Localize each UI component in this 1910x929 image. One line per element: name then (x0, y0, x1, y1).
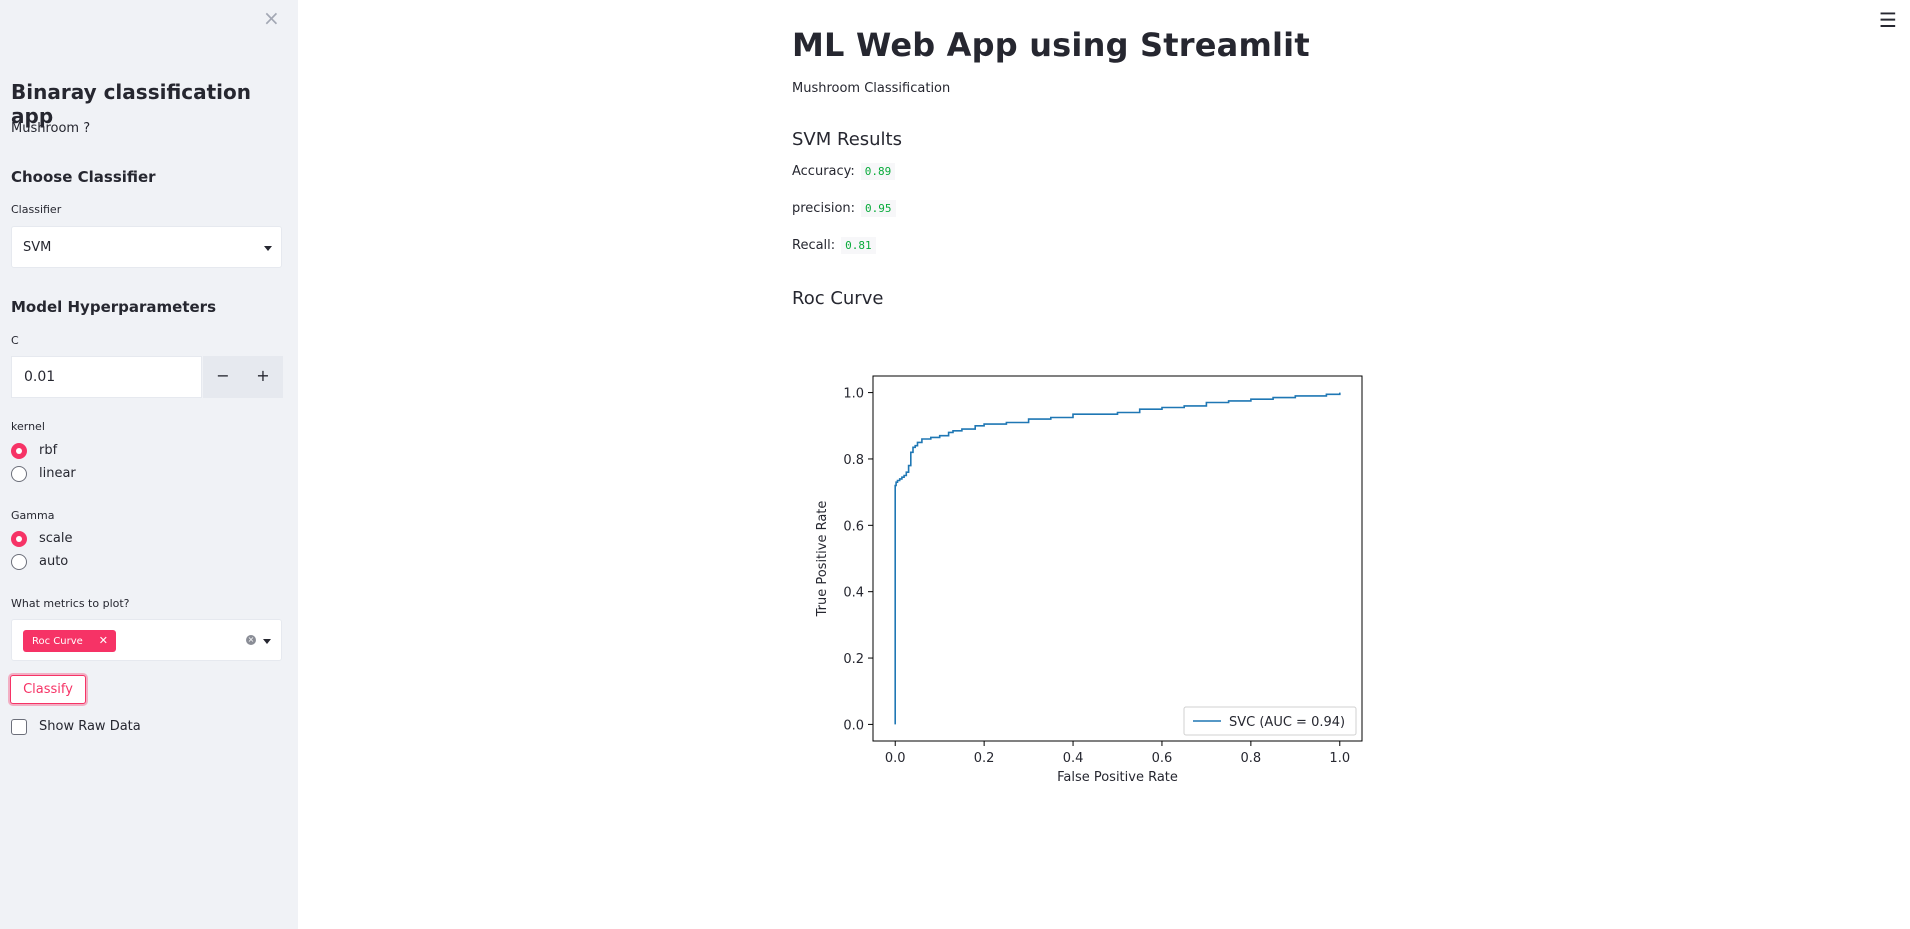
precision-line: precision: 0.95 (792, 200, 896, 217)
results-heading: SVM Results (792, 129, 902, 150)
accuracy-value: 0.89 (860, 163, 896, 180)
metrics-multiselect[interactable]: Roc Curve ✕ × (11, 619, 282, 661)
radio-selected-icon (11, 531, 27, 547)
x-tick-label: 0.8 (1241, 751, 1262, 766)
checkbox-label: Show Raw Data (39, 719, 141, 734)
radio-unselected-icon (11, 466, 27, 482)
metric-chip-label: Roc Curve (32, 636, 83, 647)
x-axis-label: False Positive Rate (1057, 770, 1178, 785)
roc-heading: Roc Curve (792, 288, 884, 309)
classifier-select[interactable]: SVM (11, 226, 282, 268)
plot-frame (872, 375, 1363, 742)
kernel-label: kernel (11, 420, 45, 433)
recall-value: 0.81 (841, 237, 876, 254)
chart-legend: SVC (AUC = 0.94) (1183, 706, 1357, 736)
y-tick-label: 0.0 (843, 718, 864, 733)
radio-selected-icon (11, 443, 27, 459)
c-label: C (11, 334, 19, 347)
precision-label: precision: (792, 201, 856, 216)
y-tick-label: 1.0 (843, 387, 864, 402)
legend-label: SVC (AUC = 0.94) (1229, 715, 1345, 730)
choose-classifier-heading: Choose Classifier (11, 168, 156, 186)
x-tick-label: 1.0 (1329, 751, 1350, 766)
radio-unselected-icon (11, 554, 27, 570)
recall-label: Recall: (792, 238, 836, 253)
metrics-label: What metrics to plot? (11, 597, 130, 610)
roc-chart: 0.0 0.2 0.4 0.6 0.8 1.0 0.0 0.2 0.4 0.6 0.8 1.0 SVC… (815, 375, 1363, 785)
metric-chip: Roc Curve ✕ (23, 630, 117, 652)
classifier-label: Classifier (11, 203, 62, 216)
y-tick-label: 0.4 (843, 586, 864, 601)
classify-button[interactable]: Classify (10, 675, 86, 704)
page-title: ML Web App using Streamlit (792, 26, 1310, 64)
radio-label: linear (39, 466, 76, 481)
y-axis-label: True Positive Rate (815, 501, 830, 618)
sidebar: × Binaray classification app Mushroom ? … (0, 0, 298, 929)
c-value: 0.01 (24, 369, 56, 385)
x-tick-label: 0.0 (885, 751, 906, 766)
checkbox-box-icon (11, 719, 27, 735)
sidebar-subtitle: Mushroom ? (11, 121, 91, 136)
c-decrement-button[interactable]: − (203, 356, 243, 398)
accuracy-line: Accuracy: 0.89 (792, 163, 896, 180)
x-tick-label: 0.4 (1063, 751, 1084, 766)
clear-icon[interactable]: × (246, 635, 256, 645)
accuracy-label: Accuracy: (792, 164, 855, 179)
c-input[interactable]: 0.01 (11, 356, 202, 398)
x-tick-label: 0.2 (974, 751, 995, 766)
chevron-down-icon (264, 246, 272, 251)
y-tick-label: 0.6 (843, 519, 864, 534)
close-sidebar-icon[interactable]: × (263, 6, 280, 30)
y-tick-label: 0.8 (843, 453, 864, 468)
hamburger-menu-icon[interactable]: ☰ (1879, 8, 1897, 32)
recall-line: Recall: 0.81 (792, 237, 876, 254)
roc-series-line (894, 392, 1341, 725)
page-subtitle: Mushroom Classification (792, 81, 951, 96)
radio-label: scale (39, 531, 73, 546)
x-tick-label: 0.6 (1152, 751, 1173, 766)
classifier-value: SVM (23, 240, 52, 255)
y-tick-label: 0.2 (843, 652, 864, 667)
precision-value: 0.95 (861, 200, 896, 217)
gamma-label: Gamma (11, 509, 55, 522)
remove-chip-icon[interactable]: ✕ (99, 634, 108, 647)
hyperparameters-heading: Model Hyperparameters (11, 298, 216, 316)
chevron-down-icon[interactable] (263, 639, 271, 644)
c-increment-button[interactable]: + (243, 356, 283, 398)
radio-label: rbf (39, 443, 58, 458)
radio-label: auto (39, 554, 69, 569)
